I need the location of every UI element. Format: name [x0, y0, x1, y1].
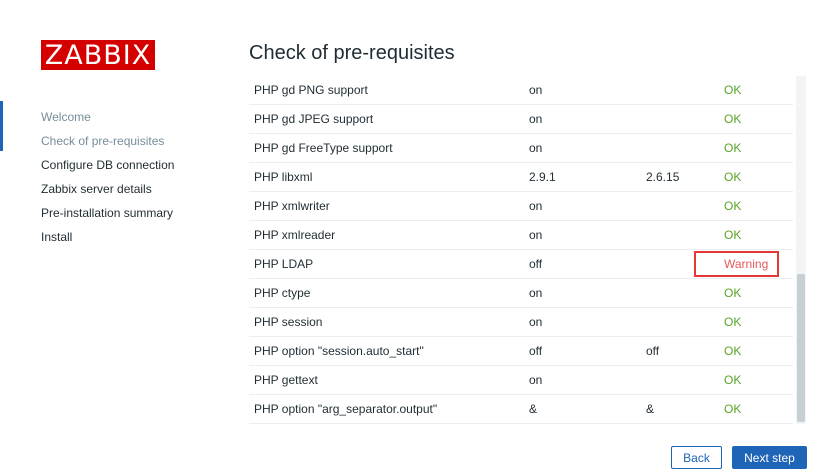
requirement-name: PHP gd JPEG support: [254, 112, 374, 126]
current-value: 2.9.1: [529, 170, 556, 184]
back-button[interactable]: Back: [671, 446, 722, 469]
table-row: PHP libxml 2.9.1 2.6.15 OK: [249, 163, 793, 192]
requirement-name: PHP ctype: [254, 286, 311, 300]
scrollbar-thumb[interactable]: [797, 274, 805, 422]
required-value: off: [646, 344, 660, 358]
step-preinstall-summary: Pre-installation summary: [41, 206, 174, 220]
table-row-ldap: PHP LDAP off Warning: [249, 250, 793, 279]
requirement-name: PHP gettext: [254, 373, 318, 387]
current-value: on: [529, 83, 543, 97]
table-row: PHP option "session.auto_start" off off …: [249, 337, 793, 366]
status-ok: OK: [724, 373, 742, 387]
step-server-details: Zabbix server details: [41, 182, 152, 196]
status-warning: Warning: [724, 257, 769, 271]
current-value: on: [529, 228, 543, 242]
requirement-name: PHP option "session.auto_start": [254, 344, 424, 358]
setup-page: ZABBIX Welcome Check of pre-requisites C…: [0, 0, 832, 476]
required-value: &: [646, 402, 655, 416]
zabbix-logo: ZABBIX: [41, 40, 155, 71]
status-ok: OK: [724, 83, 742, 97]
status-ok: OK: [724, 112, 742, 126]
requirement-name: PHP option "arg_separator.output": [254, 402, 438, 416]
table-row: PHP session on OK: [249, 308, 793, 337]
requirement-name: PHP xmlreader: [254, 228, 336, 242]
required-value: 2.6.15: [646, 170, 680, 184]
table-row: PHP gd JPEG support on OK: [249, 105, 793, 134]
current-value: on: [529, 286, 543, 300]
current-value: on: [529, 141, 543, 155]
current-value: on: [529, 373, 543, 387]
step-check-prerequisites: Check of pre-requisites: [41, 134, 165, 148]
requirement-name: PHP LDAP: [254, 257, 314, 271]
status-ok: OK: [724, 228, 742, 242]
current-value: on: [529, 199, 543, 213]
table-row: PHP option "arg_separator.output" & & OK: [249, 395, 793, 424]
table-row: PHP xmlwriter on OK: [249, 192, 793, 221]
step-configure-db: Configure DB connection: [41, 158, 175, 172]
requirement-name: PHP gd FreeType support: [254, 141, 393, 155]
status-ok: OK: [724, 170, 742, 184]
status-ok: OK: [724, 402, 742, 416]
step-welcome: Welcome: [41, 110, 91, 124]
current-value: on: [529, 315, 543, 329]
requirement-name: PHP gd PNG support: [254, 83, 368, 97]
requirement-name: PHP session: [254, 315, 323, 329]
page-title: Check of pre-requisites: [249, 42, 455, 64]
table-row: PHP ctype on OK: [249, 279, 793, 308]
status-ok: OK: [724, 315, 742, 329]
status-ok: OK: [724, 141, 742, 155]
current-value: off: [529, 257, 543, 271]
current-value: off: [529, 344, 543, 358]
table-row: PHP xmlreader on OK: [249, 221, 793, 250]
table-row: PHP gd FreeType support on OK: [249, 134, 793, 163]
status-ok: OK: [724, 286, 742, 300]
current-value: on: [529, 112, 543, 126]
next-step-button[interactable]: Next step: [732, 446, 807, 469]
step-install: Install: [41, 230, 73, 244]
table-row: PHP gd PNG support on OK: [249, 76, 793, 105]
requirement-name: PHP libxml: [254, 170, 313, 184]
setup-steps-nav: Welcome Check of pre-requisites Configur…: [41, 105, 174, 249]
current-step-indicator: [0, 101, 3, 151]
current-value: &: [529, 402, 538, 416]
table-scrollbar[interactable]: [796, 76, 806, 424]
status-ok: OK: [724, 344, 742, 358]
requirement-name: PHP xmlwriter: [254, 199, 330, 213]
table-row: PHP gettext on OK: [249, 366, 793, 395]
prerequisites-table: PHP gd PNG support on OK PHP gd JPEG sup…: [249, 76, 793, 424]
status-ok: OK: [724, 199, 742, 213]
